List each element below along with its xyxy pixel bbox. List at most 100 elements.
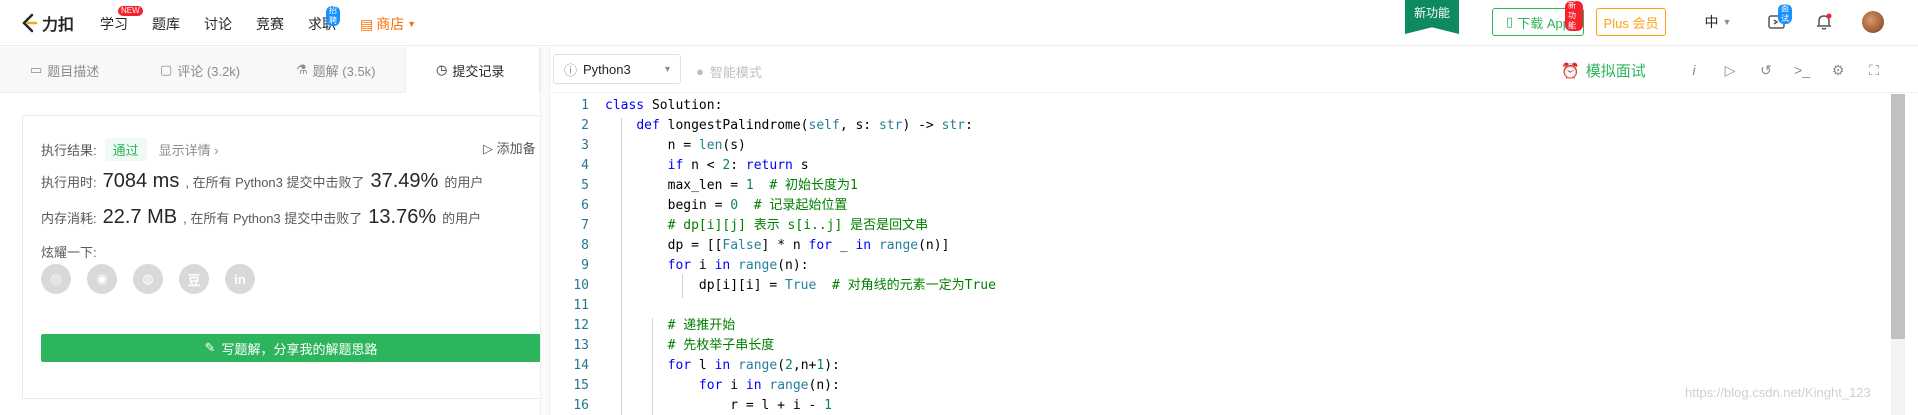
share-label: 炫耀一下: bbox=[41, 245, 97, 260]
language-value: Python3 bbox=[583, 61, 631, 77]
code-line[interactable]: 5 max_len = 1 # 初始长度为1 bbox=[551, 176, 1891, 196]
info-icon: ⓘ bbox=[564, 62, 578, 78]
code-text: dp = [[False] * n for _ in range(n)] bbox=[605, 238, 950, 253]
weibo-icon[interactable]: ◉ bbox=[87, 264, 117, 294]
editor-scrollbar-thumb[interactable] bbox=[1891, 94, 1905, 339]
line-number: 8 bbox=[581, 238, 589, 253]
code-editor[interactable]: 1 class Solution: 2 def longestPalindrome(… bbox=[551, 94, 1891, 415]
nav-item-learn[interactable]: 学习 NEW bbox=[100, 6, 143, 34]
line-number: 13 bbox=[573, 338, 589, 353]
download-label: 下载 App bbox=[1517, 15, 1570, 31]
nav-item-shop[interactable]: ▤ 商店 ▼ bbox=[360, 14, 416, 34]
status-badge: 通过 bbox=[104, 138, 147, 161]
add-note-label: 添加备 bbox=[496, 141, 536, 156]
tab-description[interactable]: ▭ 题目描述 bbox=[30, 47, 99, 93]
mock-interview-button[interactable]: ⏰ 模拟面试 bbox=[1561, 60, 1646, 81]
leetcode-logo-icon bbox=[20, 13, 38, 33]
nav-item-contest[interactable]: 竞赛 bbox=[256, 14, 284, 34]
wechat-icon[interactable]: ◎ bbox=[41, 264, 71, 294]
line-number: 5 bbox=[581, 178, 589, 193]
logo-text: 力扣 bbox=[42, 17, 75, 34]
code-line[interactable]: 4 if n < 2: return s bbox=[551, 156, 1891, 176]
tab-label: 提交记录 bbox=[452, 63, 505, 79]
info-italic-icon[interactable]: i bbox=[1683, 59, 1705, 81]
language-label: 中 bbox=[1704, 14, 1719, 30]
nav-item-jobs[interactable]: 求职 招聘 bbox=[308, 6, 340, 34]
bell-icon[interactable] bbox=[1812, 10, 1836, 34]
problem-tabbar: ▭ 题目描述 ▢ 评论 (3.2k) ⚗ 题解 (3.5k) ◷ 提交记录 bbox=[0, 47, 540, 93]
code-text: dp[i][i] = True # 对角线的元素一定为True bbox=[605, 278, 996, 293]
show-detail-link[interactable]: 显示详情 › bbox=[159, 140, 219, 159]
submission-result-card: 执行结果: 通过 显示详情 › ▷ 添加备 执行用时: 7084 ms , 在所… bbox=[22, 115, 541, 399]
flag-icon: ▷ bbox=[483, 141, 493, 156]
code-line[interactable]: 14 for l in range(2,n+1): bbox=[551, 356, 1891, 376]
line-number: 6 bbox=[581, 198, 589, 213]
tab-label: 题目描述 bbox=[47, 63, 100, 79]
tab-submissions[interactable]: ◷ 提交记录 bbox=[405, 47, 540, 93]
code-text: def longestPalindrome(self, s: str) -> s… bbox=[636, 118, 973, 133]
code-line[interactable]: 8 dp = [[False] * n for _ in range(n)] bbox=[551, 236, 1891, 256]
settings-icon[interactable]: ⚙ bbox=[1827, 59, 1849, 81]
flask-icon: ⚗ bbox=[296, 62, 308, 77]
shop-icon: ▤ bbox=[360, 15, 374, 32]
memory-row: 内存消耗: 22.7 MB , 在所有 Python3 提交中击败了 13.76… bbox=[41, 206, 481, 229]
fullscreen-icon[interactable]: ⛶ bbox=[1863, 59, 1885, 81]
douban-icon[interactable]: 豆 bbox=[179, 264, 209, 294]
line-number: 16 bbox=[573, 398, 589, 413]
code-text: r = l + i - 1 bbox=[605, 398, 832, 413]
line-number: 15 bbox=[573, 378, 589, 393]
runtime-row: 执行用时: 7084 ms , 在所有 Python3 提交中击败了 37.49… bbox=[41, 170, 483, 193]
run-icon[interactable]: ▷ bbox=[1719, 59, 1741, 81]
code-line[interactable]: 10 dp[i][i] = True # 对角线的元素一定为True bbox=[551, 276, 1891, 296]
smart-mode-toggle[interactable]: ● 智能模式 bbox=[696, 62, 762, 81]
code-line[interactable]: 9 for i in range(n): bbox=[551, 256, 1891, 276]
code-line[interactable]: 13 # 先枚举子串长度 bbox=[551, 336, 1891, 356]
code-text: max_len = 1 # 初始长度为1 bbox=[605, 178, 858, 193]
qq-icon[interactable]: ◍ bbox=[133, 264, 163, 294]
new-badge: NEW bbox=[118, 6, 143, 16]
runtime-percentile: 37.49% bbox=[370, 170, 439, 192]
avatar[interactable] bbox=[1862, 11, 1884, 33]
top-navbar: 力扣 学习 NEW 题库 讨论 竞赛 求职 招聘 ▤ 商店 ▼ 新功能 ▯ 下载… bbox=[0, 0, 1918, 46]
download-app-button[interactable]: ▯ 下载 App 新功能 bbox=[1492, 1, 1584, 36]
code-line[interactable]: 7 # dp[i][j] 表示 s[i..j] 是否是回文串 bbox=[551, 216, 1891, 236]
nav-item-discuss[interactable]: 讨论 bbox=[204, 14, 232, 34]
write-solution-button[interactable]: ✎ 写题解，分享我的解题思路 bbox=[41, 334, 541, 362]
code-line[interactable]: 1 class Solution: bbox=[551, 96, 1891, 116]
plus-member-button[interactable]: Plus 会员 bbox=[1596, 8, 1666, 36]
line-number: 4 bbox=[581, 158, 589, 173]
terminal-icon[interactable]: >_ bbox=[1791, 59, 1813, 81]
tab-comments[interactable]: ▢ 评论 (3.2k) bbox=[160, 47, 240, 93]
memory-text: , 在所有 Python3 提交中击败了 bbox=[183, 211, 363, 226]
code-text: for l in range(2,n+1): bbox=[667, 358, 840, 373]
reset-icon[interactable]: ↺ bbox=[1755, 59, 1777, 81]
code-line[interactable]: 3 n = len(s) bbox=[551, 136, 1891, 156]
runtime-value: 7084 ms bbox=[102, 170, 180, 192]
code-text: begin = 0 # 记录起始位置 bbox=[605, 198, 848, 213]
line-number: 7 bbox=[581, 218, 589, 233]
language-select[interactable]: ⓘ Python3 ▾ bbox=[553, 54, 681, 84]
logo[interactable]: 力扣 bbox=[20, 11, 74, 35]
nav-item-problems[interactable]: 题库 bbox=[152, 14, 180, 34]
interview-icon[interactable]: 面试 bbox=[1766, 4, 1792, 34]
code-text: # dp[i][j] 表示 s[i..j] 是否是回文串 bbox=[667, 218, 929, 233]
code-line[interactable]: 12 # 递推开始 bbox=[551, 316, 1891, 336]
code-line[interactable]: 6 begin = 0 # 记录起始位置 bbox=[551, 196, 1891, 216]
runtime-text: , 在所有 Python3 提交中击败了 bbox=[185, 175, 365, 190]
line-number: 11 bbox=[573, 298, 589, 313]
comment-icon: ▢ bbox=[160, 62, 173, 77]
tab-solutions[interactable]: ⚗ 题解 (3.5k) bbox=[296, 47, 376, 93]
new-feature-ribbon[interactable]: 新功能 bbox=[1405, 0, 1459, 34]
panel-splitter[interactable] bbox=[540, 47, 550, 415]
code-line[interactable]: 11 bbox=[551, 296, 1891, 316]
language-switch[interactable]: 中 ▼ bbox=[1698, 10, 1738, 34]
add-note-button[interactable]: ▷ 添加备 bbox=[483, 138, 536, 157]
nav-item-label: 学习 bbox=[100, 16, 128, 32]
code-line[interactable]: 2 def longestPalindrome(self, s: str) ->… bbox=[551, 116, 1891, 136]
code-text: for i in range(n): bbox=[667, 258, 809, 273]
line-number: 2 bbox=[581, 118, 589, 133]
result-label: 执行结果: bbox=[41, 143, 97, 158]
dot-icon: ● bbox=[696, 64, 704, 79]
line-number: 10 bbox=[573, 278, 589, 293]
linkedin-icon[interactable]: in bbox=[225, 264, 255, 294]
